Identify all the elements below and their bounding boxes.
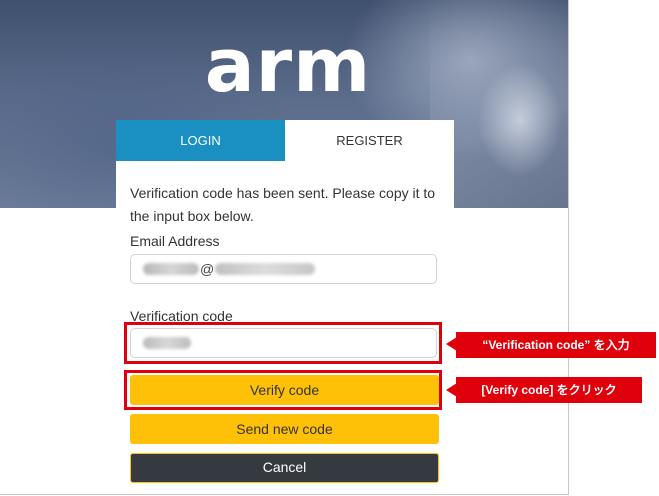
- send-new-code-button[interactable]: Send new code: [130, 414, 439, 444]
- login-card: LOGIN REGISTER Verification code has bee…: [116, 120, 454, 494]
- browser-frame: arm LOGIN REGISTER Verification code has…: [0, 0, 569, 495]
- tab-register[interactable]: REGISTER: [285, 120, 454, 161]
- verification-code-highlight: [124, 322, 442, 364]
- verify-code-highlight: [124, 370, 442, 410]
- arm-logo: arm: [204, 23, 372, 109]
- verification-sent-message: Verification code has been sent. Please …: [130, 185, 436, 224]
- email-label: Email Address: [130, 233, 220, 249]
- cancel-button[interactable]: Cancel: [130, 453, 439, 483]
- email-at-sign: @: [200, 261, 215, 277]
- email-local-part-redacted: [143, 263, 199, 275]
- email-field[interactable]: @: [130, 254, 437, 284]
- tab-login[interactable]: LOGIN: [116, 120, 285, 161]
- auth-tabs: LOGIN REGISTER: [116, 120, 454, 161]
- callout-enter-code: “Verification code” を入力: [456, 332, 656, 358]
- email-domain-redacted: [215, 263, 316, 275]
- callout-click-verify: [Verify code] をクリック: [456, 377, 642, 403]
